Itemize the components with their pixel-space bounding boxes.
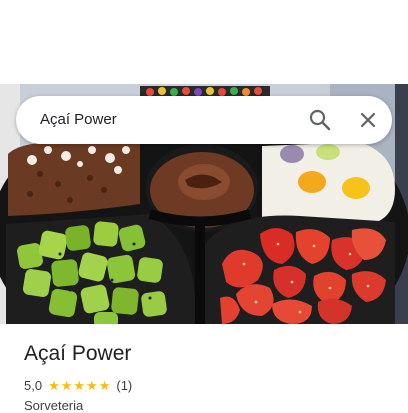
star-icon: ★ [60, 377, 73, 393]
close-button[interactable] [352, 104, 384, 136]
search-button[interactable] [304, 104, 336, 136]
search-query[interactable]: Açaí Power [40, 96, 117, 144]
rating-row[interactable]: 5,0 ★ ★ ★ ★ ★ (1) [24, 376, 132, 394]
search-bar[interactable]: Açaí Power [16, 96, 392, 144]
place-info-panel: Açaí Power 5,0 ★ ★ ★ ★ ★ (1) Sorveteria [0, 324, 408, 413]
close-icon [360, 112, 376, 128]
map-top-area [0, 0, 408, 84]
place-category: Sorveteria [24, 398, 84, 413]
star-rating: ★ ★ ★ ★ ★ [48, 379, 111, 392]
search-icon [309, 109, 331, 131]
star-icon: ★ [48, 377, 60, 393]
place-title: Açaí Power [24, 342, 132, 365]
review-count[interactable]: (1) [116, 378, 132, 393]
star-icon: ★ [98, 377, 111, 393]
star-icon: ★ [86, 377, 98, 393]
star-icon: ★ [73, 377, 86, 393]
rating-value: 5,0 [24, 377, 43, 393]
